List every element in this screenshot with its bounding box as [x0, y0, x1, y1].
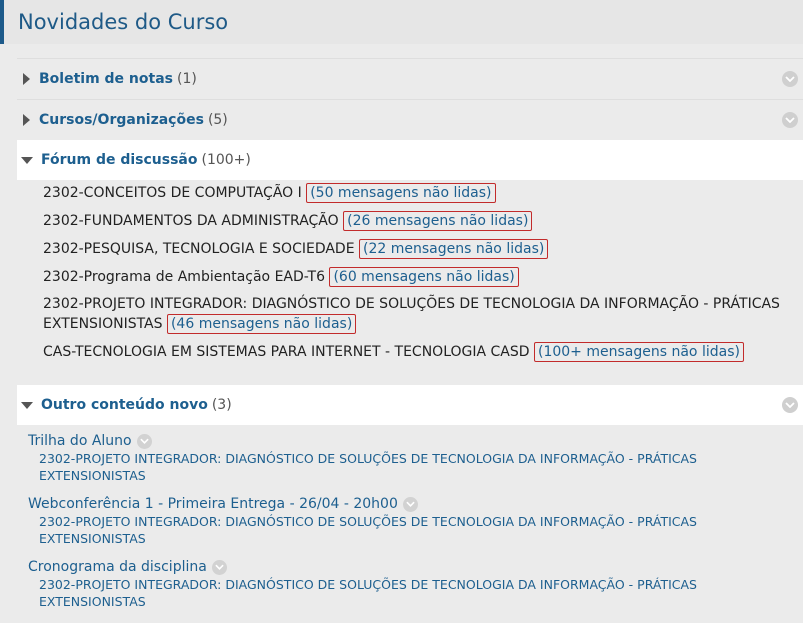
panel-header: Novidades do Curso: [0, 0, 803, 44]
forum-item: 2302-CONCEITOS DE COMPUTAÇÃO I (50 mensa…: [43, 183, 803, 203]
forum-item: 2302-PROJETO INTEGRADOR: DIAGNÓSTICO DE …: [43, 295, 803, 334]
section-other-count: (3): [211, 397, 232, 413]
forum-course-name: 2302-PROJETO INTEGRADOR: DIAGNÓSTICO DE …: [43, 296, 780, 332]
panel-title: Novidades do Curso: [18, 10, 229, 34]
chevron-down-icon[interactable]: [782, 112, 798, 128]
other-content-list: Trilha do Aluno 2302-PROJETO INTEGRADOR:…: [17, 425, 803, 610]
section-courses-title[interactable]: Cursos/Organizações: [39, 112, 204, 128]
caret-down-icon: [21, 156, 33, 164]
chevron-down-icon[interactable]: [402, 496, 418, 512]
course-news-panel: Novidades do Curso Boletim de notas (1) …: [0, 0, 803, 623]
forum-item: 2302-PESQUISA, TECNOLOGIA E SOCIEDADE (2…: [43, 239, 803, 259]
section-courses-count: (5): [207, 112, 228, 128]
other-item-title-link[interactable]: Webconferência 1 - Primeira Entrega - 26…: [28, 495, 398, 513]
other-item-header: Trilha do Aluno: [28, 432, 803, 450]
section-forum-title[interactable]: Fórum de discussão: [41, 152, 198, 168]
caret-right-icon: [23, 114, 30, 126]
chevron-down-icon[interactable]: [211, 559, 227, 575]
forum-course-name: 2302-CONCEITOS DE COMPUTAÇÃO I: [43, 185, 302, 201]
unread-messages-link[interactable]: (60 mensagens não lidas): [329, 267, 519, 287]
unread-messages-link[interactable]: (26 mensagens não lidas): [343, 211, 533, 231]
list-item: Webconferência 1 - Primeira Entrega - 26…: [28, 495, 803, 547]
forum-course-name: CAS-TECNOLOGIA EM SISTEMAS PARA INTERNET…: [43, 344, 530, 360]
other-item-course-link[interactable]: 2302-PROJETO INTEGRADOR: DIAGNÓSTICO DE …: [28, 513, 739, 547]
chevron-down-icon[interactable]: [782, 397, 798, 413]
section-other[interactable]: Outro conteúdo novo (3): [17, 385, 803, 425]
other-item-course-link[interactable]: 2302-PROJETO INTEGRADOR: DIAGNÓSTICO DE …: [28, 576, 739, 610]
unread-messages-link[interactable]: (100+ mensagens não lidas): [534, 342, 744, 362]
section-forum-count: (100+): [201, 152, 251, 168]
other-item-title-link[interactable]: Cronograma da disciplina: [28, 558, 207, 576]
section-forum[interactable]: Fórum de discussão (100+): [17, 140, 803, 180]
chevron-down-icon[interactable]: [136, 433, 152, 449]
forum-course-name: 2302-FUNDAMENTOS DA ADMINISTRAÇÃO: [43, 213, 339, 229]
unread-messages-link[interactable]: (46 mensagens não lidas): [166, 314, 357, 334]
list-item: Cronograma da disciplina 2302-PROJETO IN…: [28, 558, 803, 610]
section-courses[interactable]: Cursos/Organizações (5): [17, 99, 803, 140]
unread-messages-link[interactable]: (22 mensagens não lidas): [359, 239, 549, 259]
other-item-course-link[interactable]: 2302-PROJETO INTEGRADOR: DIAGNÓSTICO DE …: [28, 450, 739, 484]
other-item-header: Webconferência 1 - Primeira Entrega - 26…: [28, 495, 803, 513]
forum-item: 2302-FUNDAMENTOS DA ADMINISTRAÇÃO (26 me…: [43, 211, 803, 231]
other-item-title-link[interactable]: Trilha do Aluno: [28, 432, 132, 450]
section-grades-title[interactable]: Boletim de notas: [39, 71, 173, 87]
section-grades-count: (1): [176, 71, 197, 87]
forum-list: 2302-CONCEITOS DE COMPUTAÇÃO I (50 mensa…: [17, 180, 803, 385]
panel-body: Boletim de notas (1) Cursos/Organizações…: [0, 44, 803, 610]
caret-down-icon: [21, 401, 33, 409]
caret-right-icon: [23, 73, 30, 85]
section-grades[interactable]: Boletim de notas (1): [17, 58, 803, 99]
forum-course-name: 2302-PESQUISA, TECNOLOGIA E SOCIEDADE: [43, 241, 355, 257]
unread-messages-link[interactable]: (50 mensagens não lidas): [306, 183, 496, 203]
other-item-header: Cronograma da disciplina: [28, 558, 803, 576]
chevron-down-icon[interactable]: [782, 71, 798, 87]
list-item: Trilha do Aluno 2302-PROJETO INTEGRADOR:…: [28, 432, 803, 484]
section-other-title[interactable]: Outro conteúdo novo: [41, 397, 208, 413]
forum-item: 2302-Programa de Ambientação EAD-T6 (60 …: [43, 267, 803, 287]
forum-course-name: 2302-Programa de Ambientação EAD-T6: [43, 269, 325, 285]
forum-item: CAS-TECNOLOGIA EM SISTEMAS PARA INTERNET…: [43, 342, 803, 362]
